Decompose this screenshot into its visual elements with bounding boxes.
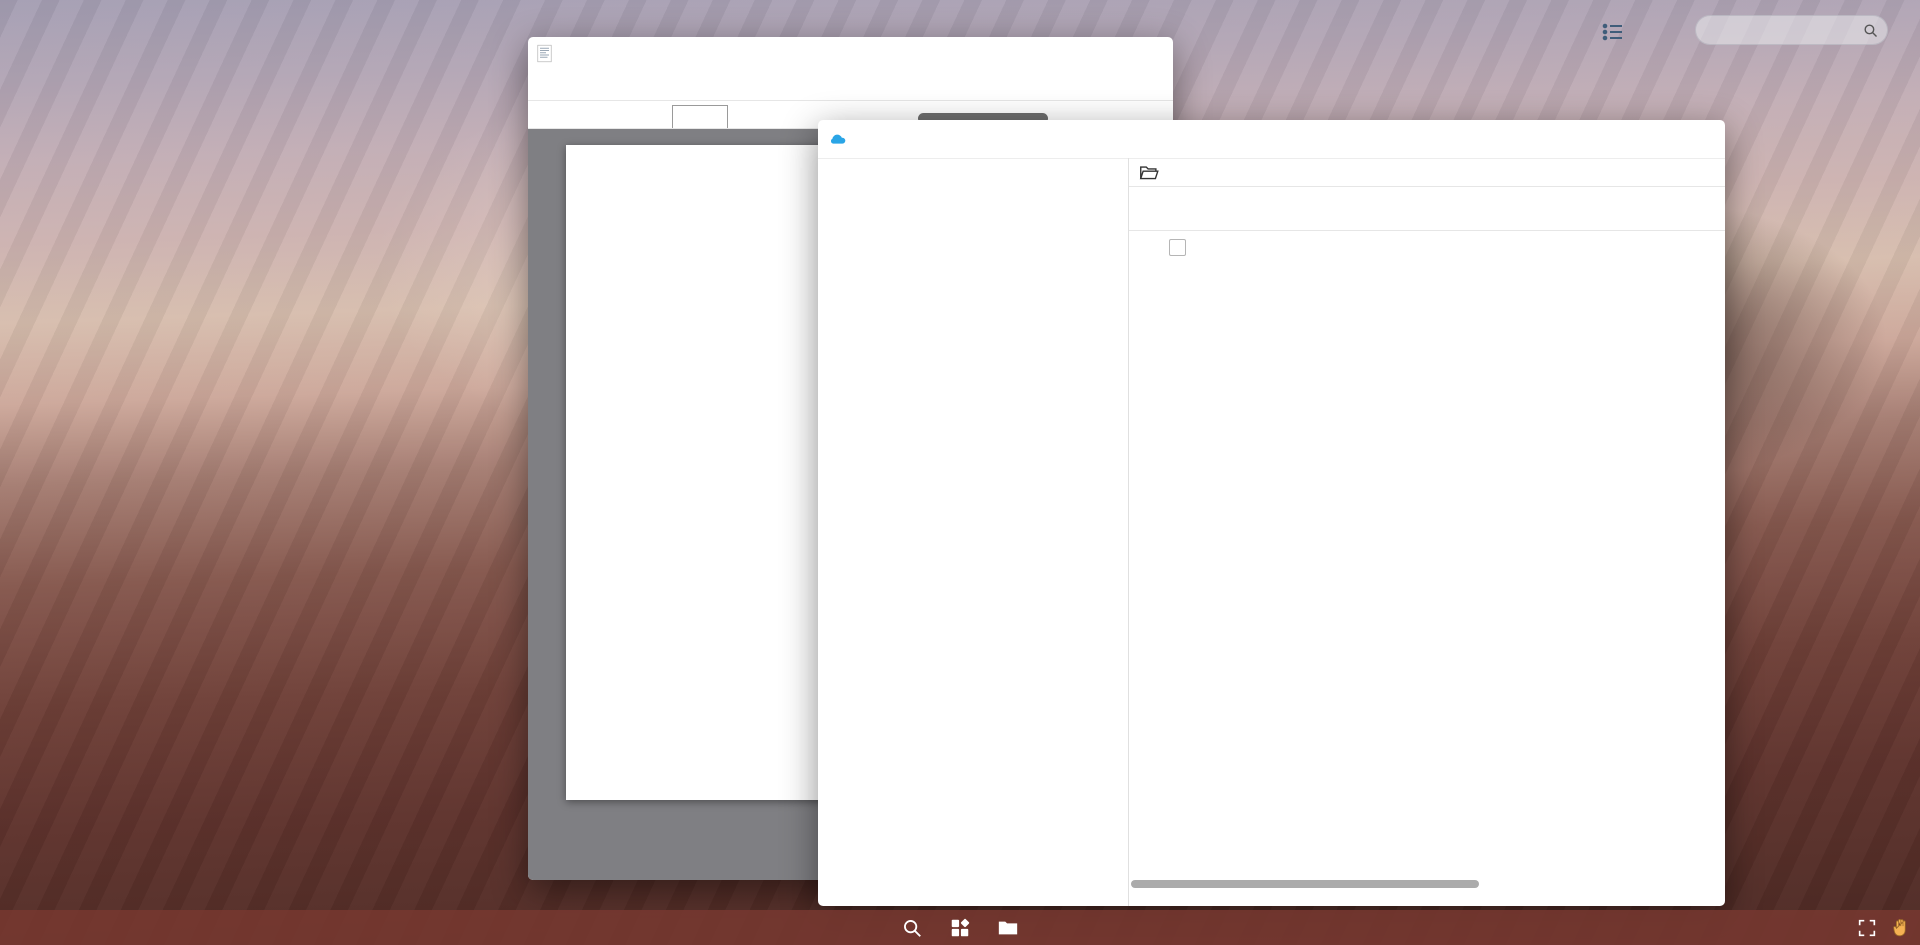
file-explorer-icon[interactable]: [997, 917, 1019, 939]
back-icon[interactable]: [1147, 198, 1169, 220]
up-level-icon[interactable]: [1251, 198, 1273, 220]
col-type[interactable]: [1517, 240, 1520, 255]
close-icon[interactable]: [1690, 129, 1710, 149]
share-icon[interactable]: [645, 70, 671, 96]
fullscreen-toggle-icon[interactable]: [1856, 917, 1878, 939]
refresh-icon[interactable]: [1580, 129, 1600, 149]
pdf-export-icon[interactable]: [600, 70, 626, 96]
column-header-row: [1129, 231, 1725, 265]
col-name[interactable]: [1231, 240, 1234, 255]
file-list-panel: [1129, 158, 1725, 906]
desktop-wallpaper: [0, 0, 1920, 945]
download-icon[interactable]: [845, 70, 871, 96]
forward-icon[interactable]: [1217, 198, 1239, 220]
fullscreen-icon[interactable]: [1551, 129, 1571, 149]
col-mtime[interactable]: [1567, 240, 1570, 255]
attachment-icon[interactable]: [725, 70, 751, 96]
fm-toolbar: [1129, 187, 1725, 230]
col-size[interactable]: [1467, 240, 1470, 255]
taskbar: [0, 910, 1920, 945]
copy-icon[interactable]: [1357, 198, 1379, 220]
assistant-hand-icon[interactable]: [1890, 917, 1912, 939]
taskbar-search-icon[interactable]: [901, 917, 923, 939]
desktop-list-toggle-icon[interactable]: [1601, 20, 1625, 42]
fm-titlebar: [818, 120, 1725, 159]
star-icon[interactable]: [685, 70, 711, 96]
open-in-new-icon[interactable]: [1522, 129, 1542, 149]
folder-tree: [818, 158, 1128, 906]
search-icon[interactable]: [1862, 22, 1879, 39]
maximize-icon[interactable]: [1661, 129, 1681, 149]
comment-icon[interactable]: [555, 70, 581, 96]
minimize-icon[interactable]: [1632, 129, 1652, 149]
zip-icon[interactable]: [805, 70, 831, 96]
app-launcher-icon[interactable]: [949, 917, 971, 939]
copy-icon[interactable]: [765, 70, 791, 96]
select-all-icon[interactable]: [1323, 198, 1345, 220]
select-all-checkbox[interactable]: [1169, 239, 1186, 256]
global-search-input[interactable]: [1695, 15, 1888, 45]
page-number-input[interactable]: [672, 105, 728, 129]
document-file-icon: [537, 44, 552, 63]
horizontal-scrollbar[interactable]: [1131, 880, 1479, 888]
list-view-icon[interactable]: [1501, 198, 1523, 220]
file-manager-window: [818, 120, 1725, 906]
search-icon[interactable]: [1287, 198, 1309, 220]
sidebar-toggle-icon[interactable]: [538, 104, 556, 122]
find-in-doc-icon[interactable]: [592, 104, 611, 123]
rename-edit-icon[interactable]: [1465, 198, 1487, 220]
refresh-icon[interactable]: [1393, 198, 1415, 220]
open-folder-icon: [1137, 162, 1161, 184]
page-down-icon[interactable]: [645, 104, 663, 122]
page-up-icon[interactable]: [621, 104, 639, 122]
grid-view-icon[interactable]: [1681, 198, 1703, 220]
cloud-icon: [828, 129, 848, 149]
upload-cloud-icon[interactable]: [1429, 198, 1451, 220]
history-dropdown-icon[interactable]: [1183, 198, 1205, 220]
